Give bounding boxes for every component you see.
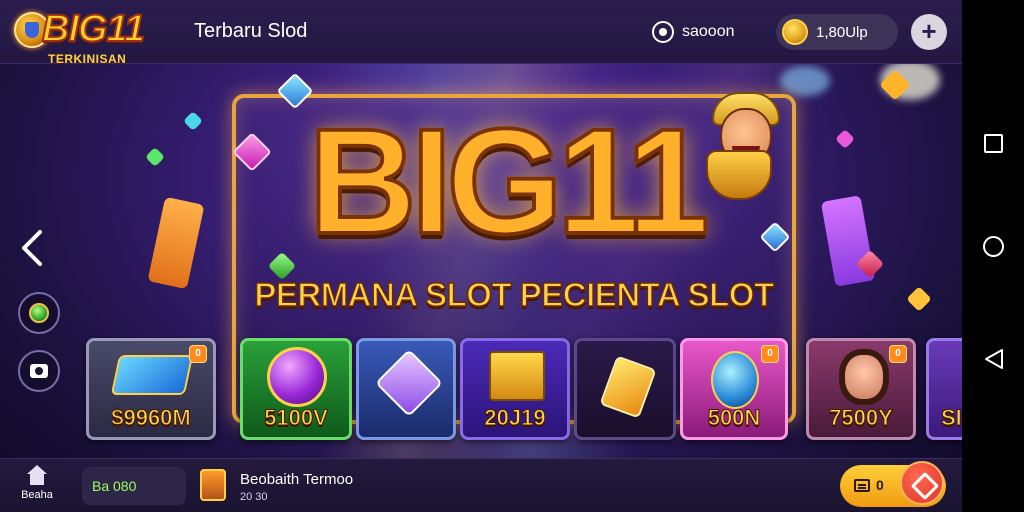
crystal-icon	[375, 349, 443, 417]
game-tile-label: 7500Y	[829, 405, 894, 431]
game-tile[interactable]: 0 500N	[680, 338, 788, 440]
gold-gem-icon	[599, 355, 657, 419]
gem-icon	[835, 129, 855, 149]
sound-icon	[652, 21, 674, 43]
game-tile[interactable]: SI	[926, 338, 962, 440]
promo-title[interactable]: Beobaith Termoo	[240, 471, 353, 488]
game-screen: BIG11 TERKINISAN Terbaru Slod saooon 1,8…	[0, 0, 962, 512]
credit-display: Ba 080	[82, 467, 186, 505]
camera-button[interactable]	[18, 350, 60, 392]
gem-icon	[183, 111, 203, 131]
promo-subtitle: 20 30	[240, 491, 268, 503]
logo[interactable]: BIG11 TERKINISAN	[14, 7, 164, 68]
home-button[interactable]: Beaha	[14, 465, 60, 501]
game-tile[interactable]: 0 7500Y	[806, 338, 916, 440]
floating-card	[147, 196, 205, 290]
game-tile-label: 5100V	[264, 405, 329, 431]
sound-label: saooon	[682, 23, 735, 40]
game-tile[interactable]	[356, 338, 456, 440]
sound-toggle[interactable]: saooon	[652, 20, 735, 44]
logo-subtext: TERKINISAN	[48, 52, 127, 66]
plus-icon: +	[921, 16, 937, 46]
top-bar: BIG11 TERKINISAN Terbaru Slod saooon 1,8…	[0, 0, 962, 66]
gem-icon	[29, 303, 49, 323]
purple-orb-icon	[267, 347, 327, 407]
back-nav-icon[interactable]	[984, 348, 1004, 370]
game-tile[interactable]: 0 $9960M	[86, 338, 216, 440]
home-nav-icon[interactable]	[983, 236, 1004, 257]
game-tile-label: SI	[941, 405, 963, 431]
banner-title: BIG11	[286, 95, 726, 267]
game-tile-label: 20J19	[484, 405, 546, 431]
add-balance-button[interactable]: +	[911, 14, 947, 50]
game-tile[interactable]: 5100V	[240, 338, 352, 440]
coin-icon	[782, 19, 808, 45]
gem-icon	[906, 286, 932, 312]
wallet-icon	[854, 479, 870, 492]
page-title: Terbaru Slod	[194, 20, 308, 42]
gem-button[interactable]	[18, 292, 60, 334]
tile-badge: 0	[189, 345, 207, 363]
home-icon	[26, 465, 48, 485]
card-box-icon	[110, 355, 194, 395]
logo-text: BIG11	[41, 7, 146, 51]
chevron-left-icon[interactable]	[18, 228, 44, 268]
recents-icon[interactable]	[984, 134, 1003, 153]
balance-display[interactable]: 1,80Ulp	[776, 14, 898, 50]
gem-icon	[145, 147, 165, 167]
tile-badge: 0	[889, 345, 907, 363]
game-tile-label: 500N	[707, 405, 761, 431]
blue-egg-icon	[711, 351, 759, 409]
game-tile-label: $9960M	[111, 405, 192, 431]
gift-box-icon	[489, 351, 545, 401]
balance-value: 1,80Ulp	[816, 23, 868, 41]
tile-badge: 0	[761, 345, 779, 363]
treasure-chest-icon[interactable]	[200, 469, 226, 501]
woman-portrait-icon	[839, 349, 889, 405]
home-label: Beaha	[21, 489, 53, 501]
game-tile[interactable]	[574, 338, 676, 440]
game-tile[interactable]: 20J19	[460, 338, 570, 440]
system-nav-bar	[962, 0, 1024, 512]
camera-icon	[30, 364, 48, 378]
banner-tagline: PERMANA SLOT PECIENTA SLOT	[254, 275, 775, 314]
wallet-value: 0	[876, 477, 884, 493]
bottom-bar: Beaha Ba 080 Beobaith Termoo 20 30 0	[0, 458, 962, 512]
action-button[interactable]	[900, 461, 944, 505]
